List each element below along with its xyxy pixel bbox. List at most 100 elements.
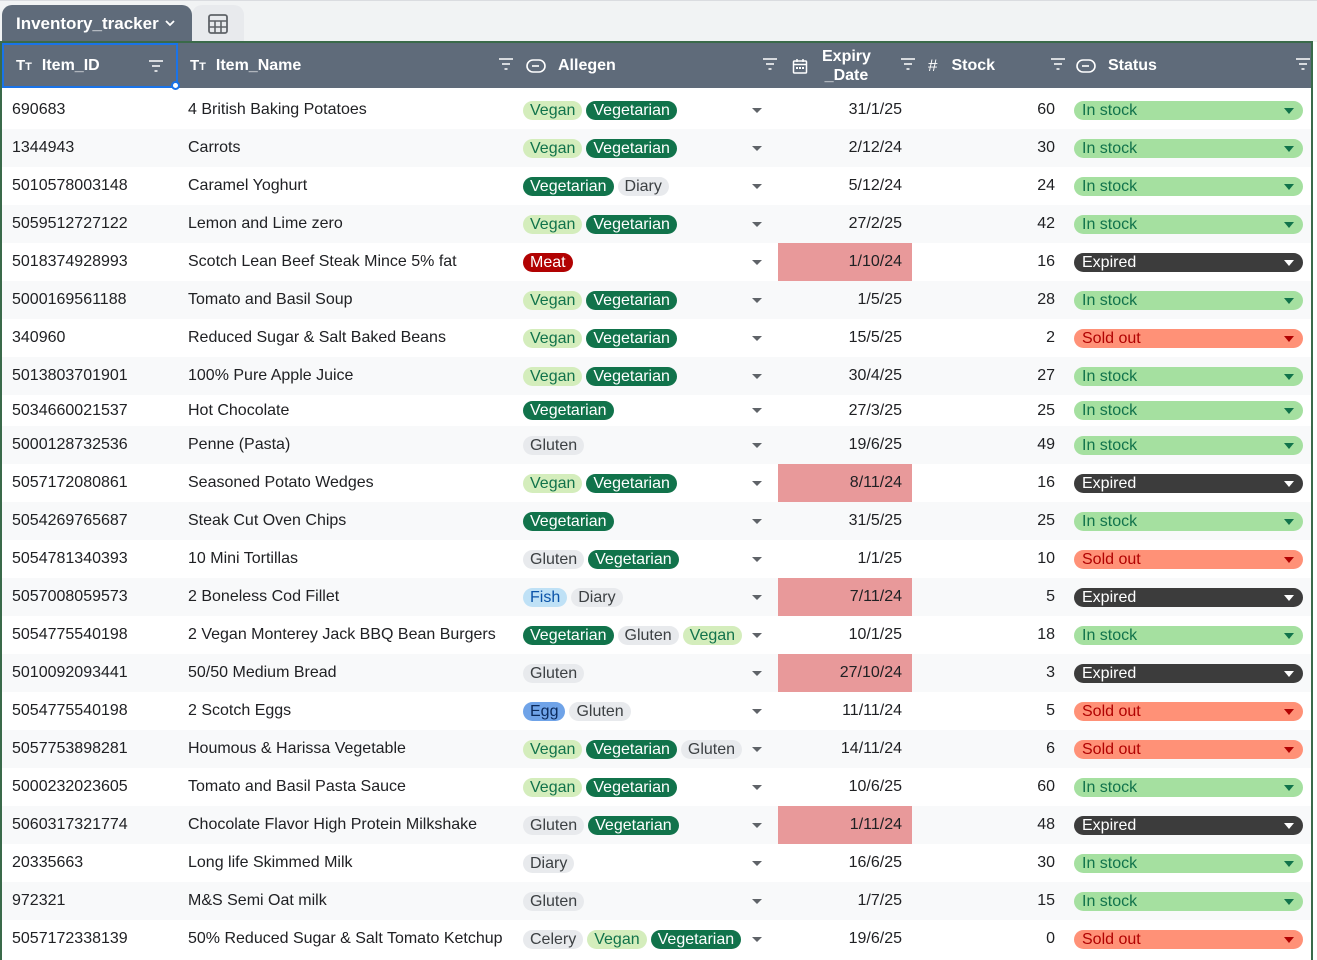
allergen-cell[interactable]: Vegan Vegetarian <box>523 281 748 319</box>
item-name-cell[interactable]: Caramel Yoghurt <box>188 167 518 205</box>
dropdown-arrow-icon[interactable] <box>750 91 764 129</box>
column-header-item-name[interactable]: TT Item_Name <box>178 43 526 88</box>
item-name-cell[interactable]: 2 Vegan Monterey Jack BBQ Bean Burgers <box>188 616 518 654</box>
item-name-cell[interactable]: 4 British Baking Potatoes <box>188 91 518 129</box>
dropdown-arrow-icon[interactable] <box>750 502 764 540</box>
item-id-cell[interactable]: 5010092093441 <box>12 654 177 692</box>
allergen-cell[interactable]: Gluten <box>523 882 748 920</box>
stock-cell[interactable]: 60 <box>922 91 1055 129</box>
column-header-item-id[interactable]: TT Item_ID <box>2 43 178 88</box>
table-row[interactable]: 690683 4 British Baking Potatoes Vegan Vege… <box>2 91 1311 129</box>
dropdown-arrow-icon[interactable] <box>750 730 764 768</box>
dropdown-arrow-icon[interactable] <box>750 654 764 692</box>
stock-cell[interactable]: 5 <box>922 578 1055 616</box>
item-id-cell[interactable]: 5054775540198 <box>12 692 177 730</box>
status-cell[interactable]: In stock <box>1074 426 1303 464</box>
item-id-cell[interactable]: 20335663 <box>12 844 177 882</box>
dropdown-arrow-icon[interactable] <box>750 281 764 319</box>
item-name-cell[interactable]: Tomato and Basil Soup <box>188 281 518 319</box>
stock-cell[interactable]: 3 <box>922 654 1055 692</box>
status-badge[interactable]: In stock <box>1074 366 1303 386</box>
dropdown-arrow-icon[interactable] <box>750 319 764 357</box>
status-cell[interactable]: In stock <box>1074 167 1303 205</box>
filter-icon[interactable] <box>498 57 514 71</box>
dropdown-arrow-icon[interactable] <box>750 806 764 844</box>
allergen-cell[interactable]: Vegetarian <box>523 502 748 540</box>
stock-cell[interactable]: 15 <box>922 882 1055 920</box>
allergen-cell[interactable]: Vegan Vegetarian <box>523 129 748 167</box>
status-cell[interactable]: In stock <box>1074 768 1303 806</box>
expiry-date-cell[interactable]: 10/1/25 <box>778 616 912 654</box>
allergen-cell[interactable]: Vegan Vegetarian Gluten <box>523 730 748 768</box>
stock-cell[interactable]: 16 <box>922 464 1055 502</box>
dropdown-arrow-icon[interactable] <box>750 882 764 920</box>
item-id-cell[interactable]: 5057172080861 <box>12 464 177 502</box>
item-name-cell[interactable]: 50/50 Medium Bread <box>188 654 518 692</box>
item-id-cell[interactable]: 5054269765687 <box>12 502 177 540</box>
item-name-cell[interactable]: Scotch Lean Beef Steak Mince 5% fat <box>188 243 518 281</box>
item-name-cell[interactable]: Long life Skimmed Milk <box>188 844 518 882</box>
expiry-date-cell[interactable]: 27/2/25 <box>778 205 912 243</box>
table-row[interactable]: 5057008059573 2 Boneless Cod Fillet Fish Di… <box>2 578 1311 616</box>
filter-icon[interactable] <box>762 57 778 71</box>
allergen-cell[interactable]: Diary <box>523 844 748 882</box>
status-badge[interactable]: Sold out <box>1074 739 1303 759</box>
status-badge[interactable]: In stock <box>1074 777 1303 797</box>
chevron-down-icon[interactable] <box>164 17 176 29</box>
item-name-cell[interactable]: Penne (Pasta) <box>188 426 518 464</box>
table-row[interactable]: 5057172080861 Seasoned Potato Wedges Vegan… <box>2 464 1311 502</box>
table-row[interactable]: 5010578003148 Caramel Yoghurt Vegetarian Di… <box>2 167 1311 205</box>
dropdown-arrow-icon[interactable] <box>750 768 764 806</box>
stock-cell[interactable]: 49 <box>922 426 1055 464</box>
status-badge[interactable]: Expired <box>1074 252 1303 272</box>
dropdown-arrow-icon[interactable] <box>750 578 764 616</box>
status-cell[interactable]: In stock <box>1074 205 1303 243</box>
dropdown-arrow-icon[interactable] <box>750 920 764 958</box>
column-header-expiry-date[interactable]: Expiry _Date <box>778 43 928 88</box>
status-badge[interactable]: In stock <box>1074 511 1303 531</box>
stock-cell[interactable]: 48 <box>922 806 1055 844</box>
status-badge[interactable]: Expired <box>1074 663 1303 683</box>
column-header-allergen[interactable]: Allegen <box>514 43 790 88</box>
item-id-cell[interactable]: 5000169561188 <box>12 281 177 319</box>
status-cell[interactable]: Sold out <box>1074 319 1303 357</box>
expiry-date-cell[interactable]: 1/5/25 <box>778 281 912 319</box>
item-name-cell[interactable]: 2 Scotch Eggs <box>188 692 518 730</box>
dropdown-arrow-icon[interactable] <box>750 426 764 464</box>
allergen-cell[interactable]: Vegetarian Diary <box>523 167 748 205</box>
expiry-date-cell[interactable]: 27/3/25 <box>778 395 912 426</box>
status-cell[interactable]: Expired <box>1074 654 1303 692</box>
table-row[interactable]: 20335663 Long life Skimmed Milk Diary 16/6/… <box>2 844 1311 882</box>
status-badge[interactable]: Expired <box>1074 815 1303 835</box>
item-id-cell[interactable]: 5018374928993 <box>12 243 177 281</box>
item-name-cell[interactable]: Tomato and Basil Pasta Sauce <box>188 768 518 806</box>
status-badge[interactable]: Sold out <box>1074 328 1303 348</box>
item-id-cell[interactable]: 5054781340393 <box>12 540 177 578</box>
table-row[interactable]: 972321 M&S Semi Oat milk Gluten 1/7/25 15 In … <box>2 882 1311 920</box>
expiry-date-cell[interactable]: 19/6/25 <box>778 426 912 464</box>
table-row[interactable]: 5054775540198 2 Vegan Monterey Jack BBQ B… <box>2 616 1311 654</box>
allergen-cell[interactable]: Vegetarian <box>523 395 748 426</box>
stock-cell[interactable]: 2 <box>922 319 1055 357</box>
allergen-cell[interactable]: Vegan Vegetarian <box>523 768 748 806</box>
item-id-cell[interactable]: 5060317321774 <box>12 806 177 844</box>
expiry-date-cell[interactable]: 19/6/25 <box>778 920 912 958</box>
stock-cell[interactable]: 30 <box>922 844 1055 882</box>
status-badge[interactable]: In stock <box>1074 214 1303 234</box>
column-header-status[interactable]: Status <box>1064 43 1317 88</box>
dropdown-arrow-icon[interactable] <box>750 844 764 882</box>
item-id-cell[interactable]: 690683 <box>12 91 177 129</box>
table-row[interactable]: 1344943 Carrots Vegan Vegetarian 2/12/24 30 In… <box>2 129 1311 167</box>
stock-cell[interactable]: 25 <box>922 395 1055 426</box>
status-badge[interactable]: In stock <box>1074 853 1303 873</box>
table-row[interactable]: 5018374928993 Scotch Lean Beef Steak Minc… <box>2 243 1311 281</box>
filter-icon[interactable] <box>148 59 164 73</box>
allergen-cell[interactable]: Gluten <box>523 426 748 464</box>
table-row[interactable]: 5034660021537 Hot Chocolate Vegetarian 27/3… <box>2 395 1311 426</box>
status-cell[interactable]: Expired <box>1074 243 1303 281</box>
item-name-cell[interactable]: 50% Reduced Sugar & Salt Tomato Ketchup <box>188 920 518 958</box>
status-cell[interactable]: Sold out <box>1074 920 1303 958</box>
stock-cell[interactable]: 18 <box>922 616 1055 654</box>
expiry-date-cell[interactable]: 27/10/24 <box>778 654 912 692</box>
item-id-cell[interactable]: 972321 <box>12 882 177 920</box>
